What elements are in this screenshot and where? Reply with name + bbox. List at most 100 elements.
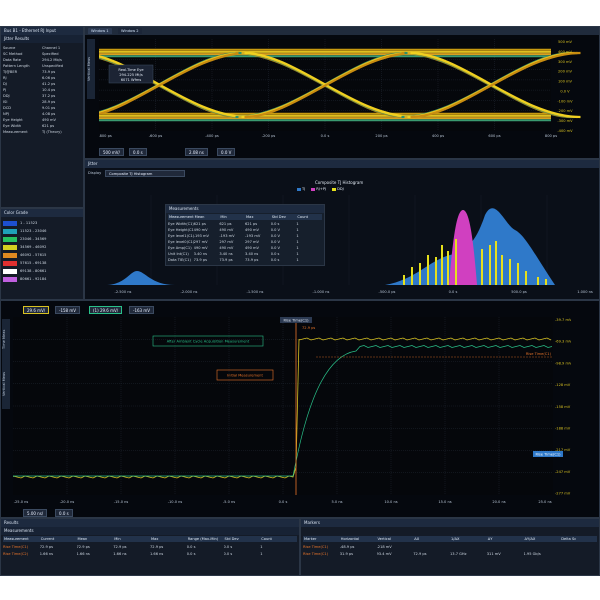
results-header: Measurement Current Mean Min Max Range (Max-M… [3,536,297,542]
table-header-cell: Mean [77,537,88,541]
color-grade-swatch [3,276,17,282]
tab-window-2[interactable]: Window 2 [118,28,142,34]
results-row[interactable]: Rise Time(C2) 1.66 ns 1.66 ns 1.66 ns 1.66 n… [3,551,297,557]
histogram-ddj-bar [403,275,405,285]
color-grade-title: Color Grade [1,209,83,217]
tab-time-meas[interactable]: Time Meas [2,319,10,359]
color-grade-swatch [3,220,17,226]
waveform-x-tick: 25.0 ns [538,500,551,504]
color-grade-swatch [3,236,17,242]
table-header-cell: Std Dev [224,537,239,541]
histogram-x-tick: 0.0 s [449,290,458,294]
tab-vertical-meas[interactable]: Vertical Meas [2,359,10,409]
histogram-ddj-bar [525,271,527,285]
color-grade-item: 34569 - 46092 [3,244,81,250]
eye-hpos-button[interactable]: 0.0 s [129,148,147,156]
table-cell: 0.0 s [223,545,233,549]
table-cell: 93.4 mV [376,552,392,556]
color-grade-swatch [3,260,17,266]
eye-record-button[interactable]: 2.08 ns [185,148,208,156]
oscilloscope-app: Bus B1 - Ethernet RJ Input Jitter Result… [0,26,600,576]
histogram-legend-label: DDJ [337,187,344,191]
waveform-plot: Rise Time(C1) 72.9 ps After Ambient Cycle … [13,317,571,504]
annotation-initial-text: Initial Measurement [227,374,263,378]
waveform-x-tick: -10.0 ns [168,500,183,504]
waveform-x-tick: -5.0 ns [223,500,235,504]
histogram-ddj-bar [427,255,429,285]
table-cell: Rise Time(C2) [3,552,29,556]
timebase-position-button[interactable]: 0.0 s [55,509,73,517]
table-cell: 0.0 s [223,552,233,556]
eye-diagram-plot: Real-Time Eye294.225 Mt/s6071 Wfms -800 p… [99,39,581,138]
table-cell: 72.9 ps [150,545,164,549]
histogram-measurements-table: Measurements Measurement Mean Min Max Std De… [165,204,325,266]
ch2-offset-button[interactable]: -163 mV [129,306,154,314]
ch2-scale-button[interactable]: (1) 29.6 mV/ [89,306,123,314]
eye-y-tick: -400 mV [557,129,573,133]
table-cell [413,544,450,550]
table-header-cell: 1/ΔX [451,537,460,541]
histogram-ddj-bar [447,251,449,285]
table-cell: Rise Time(C1) [303,545,329,549]
table-cell: Rise Time(C1) [3,545,29,549]
rise-time-marker-label: Rise Time(C1) [280,317,312,323]
table-cell [524,544,561,550]
table-header-cell: Measurement [4,537,29,541]
measurement-cell: 1 [296,258,299,262]
color-grade-label: 80661 - 92184 [20,277,47,281]
histogram-x-tick: -1.000 ns [313,290,330,294]
ch1-offset-button[interactable]: -158 mV [55,306,80,314]
eye-y-tick: -300 mV [557,119,573,123]
results-row[interactable]: Rise Time(C1) 72.9 ps 72.9 ps 72.9 ps 72.9 p… [3,544,297,550]
measurement-cell: 73.9 ps [245,258,259,262]
eye-y-tick: 500 mV [558,40,573,44]
histogram-ddj-bar [545,279,547,285]
waveform-y-tick: -217 mV [555,448,571,452]
waveform-y-tick: -247 mV [555,470,571,474]
waveform-y-tick: -39.7 mV [555,318,571,322]
ch1-scale-button[interactable]: 29.6 mV/ [23,306,50,314]
marker-row[interactable]: Rise Time(C1) -48.9 ps -218 mV [303,544,597,550]
color-grade-label: 1 - 11523 [20,221,38,225]
histogram-legend-label: RJ+PJ [316,187,327,191]
waveform-x-tick: 10.0 ns [384,500,397,504]
eye-y-tick: 400 mV [558,50,573,54]
histogram-ddj-bar [517,263,519,285]
histogram-ddj-bar [419,263,421,285]
eye-hscale-button[interactable]: 500 mV/ [99,148,124,156]
timebase-scale-button[interactable]: 5.00 ns/ [23,509,48,517]
histogram-legend-item: TJ [297,187,305,193]
marker-row[interactable]: Rise Time(C1) 31.9 ps 93.4 mV 72.9 ps 13.7 G… [303,551,597,557]
histogram-legend-item: RJ+PJ [311,187,326,193]
color-grade-item: 80661 - 92184 [3,276,81,282]
eye-tooltip-line: Real-Time Eye [118,68,144,72]
histogram-x-tick: -2.500 ns [115,290,132,294]
measurements-header-cell: Measurement [169,215,194,219]
waveform-y-tick: -277 mV [555,492,571,496]
waveform-x-tick: 0.0 s [279,500,288,504]
waveform-x-tick: 20.0 ns [492,500,505,504]
histogram-legend-swatch [311,187,316,191]
table-cell: 72.9 ps [76,545,90,549]
histogram-chart-title: Composite TJ Histogram [315,180,364,185]
measurement-cell: 73.9 ps [193,258,207,262]
color-grade-item: 46092 - 57615 [3,252,81,258]
table-cell [450,544,487,550]
eye-vtab[interactable]: Vertical Meas [87,39,95,99]
display-select[interactable]: Composite TJ Histogram [105,170,185,177]
histogram-legend-item: DDJ [332,187,344,193]
jitter-result-row: Measurement TJ (Theory) [3,129,81,135]
waveform-x-tick: 5.0 ns [331,500,342,504]
histogram-ddj-bar [435,257,437,285]
eye-trigger-button[interactable]: 0.0 V [217,148,236,156]
waveform-y-tick: -98.9 mV [555,361,571,365]
reference-level-label: Rise Time(C1) [526,352,552,356]
histogram-ddj-bar [537,277,539,285]
color-grade-label: 57615 - 69138 [20,261,47,265]
jitter-result-value: TJ (Theory) [42,130,62,134]
histogram-legend-swatch [332,187,337,191]
color-grade-label: 34569 - 46092 [20,245,47,249]
measurement-row[interactable]: Data TIE(C1) 73.9 ps 73.9 ps 73.9 ps 0.0 s1 [168,257,322,263]
measurement-cell: 0.0 s [270,258,280,262]
tab-window-1[interactable]: Window 1 [88,28,112,34]
